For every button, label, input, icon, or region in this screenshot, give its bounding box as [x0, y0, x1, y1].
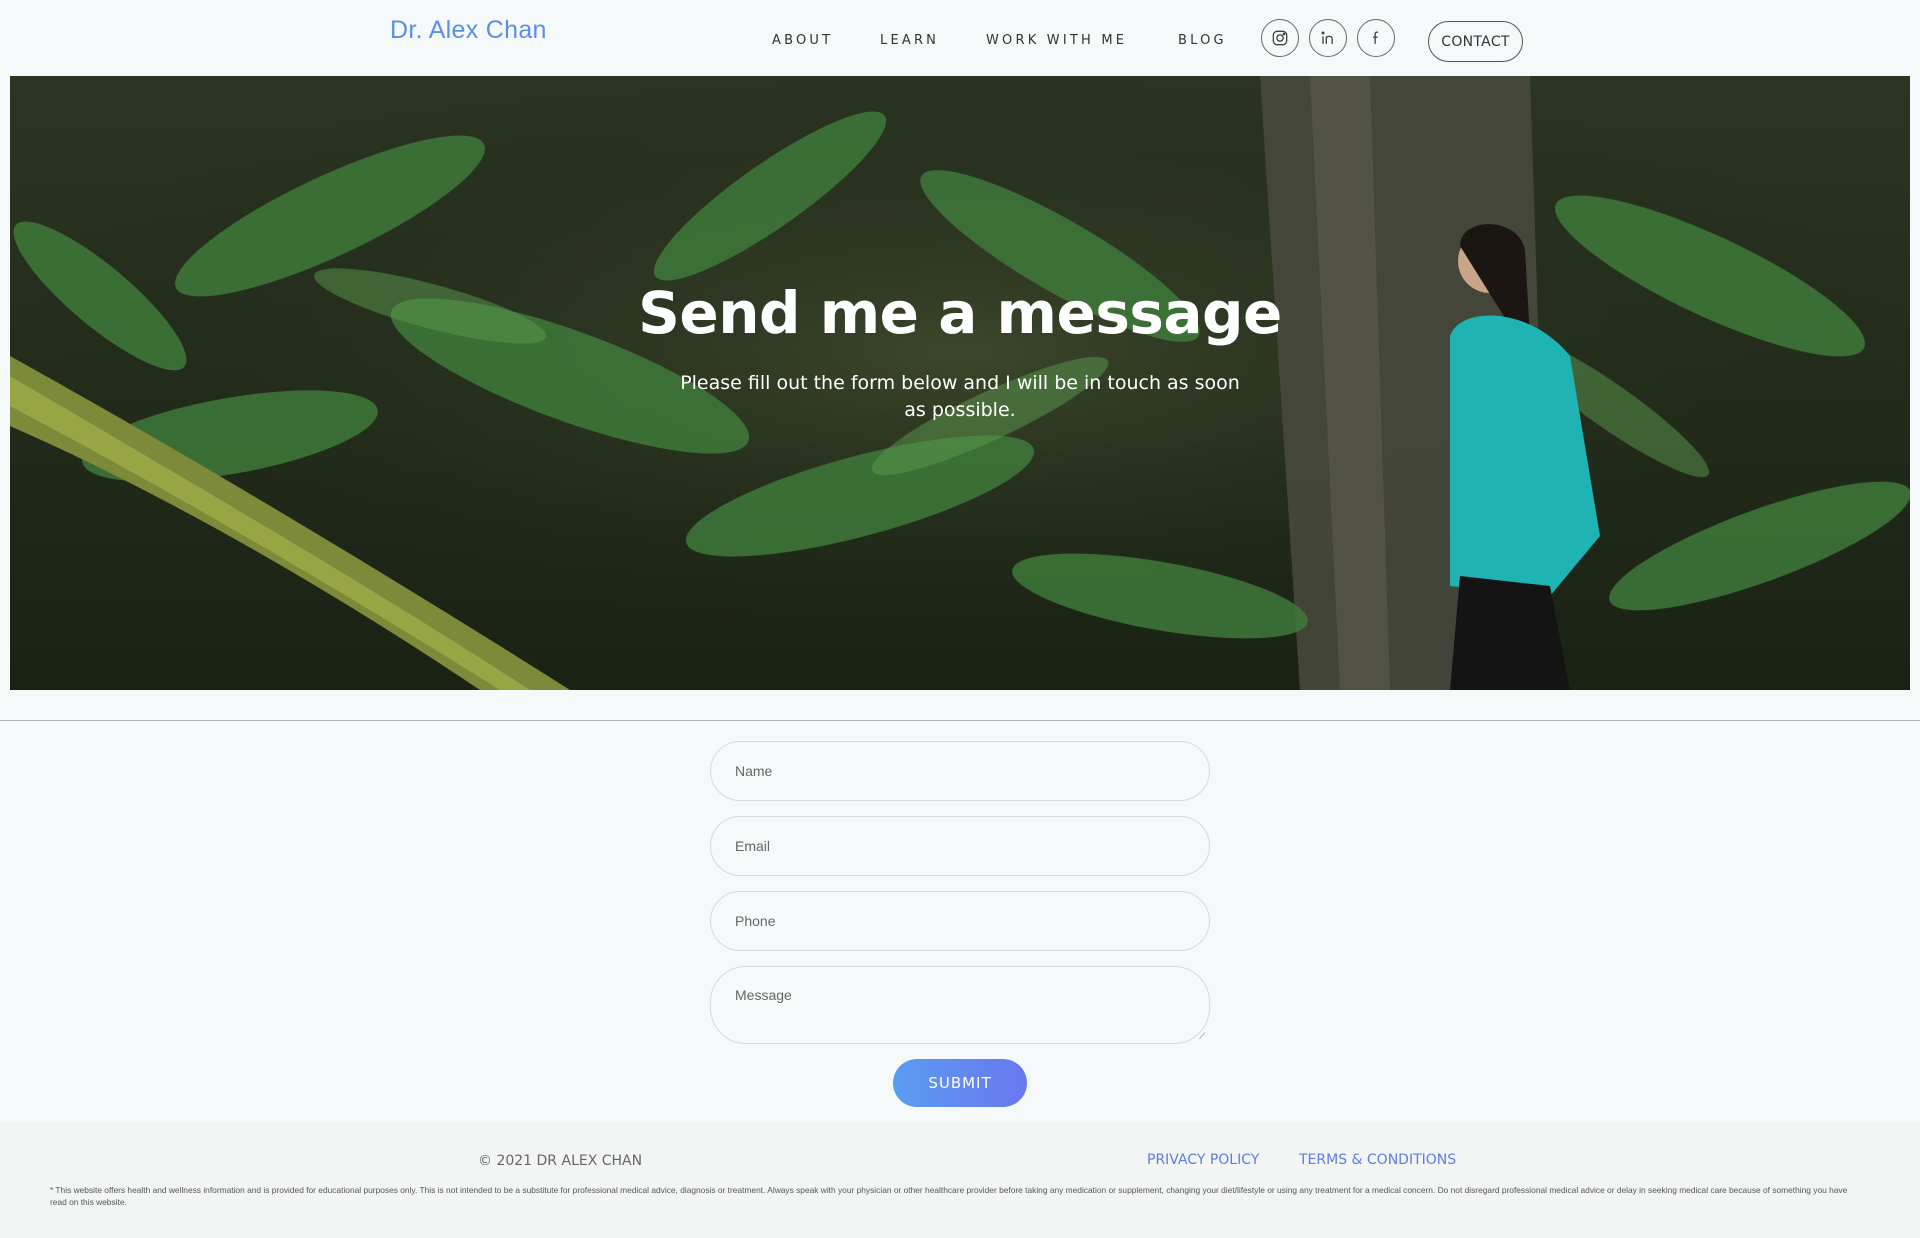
section-divider	[0, 720, 1920, 721]
nav-work-with-me[interactable]: WORK WITH ME	[986, 33, 1127, 48]
phone-field[interactable]	[710, 891, 1210, 951]
hero-title: Send me a message	[638, 279, 1282, 347]
hero-subtitle: Please fill out the form below and I wil…	[680, 372, 1240, 421]
submit-button[interactable]: SUBMIT	[893, 1059, 1027, 1107]
name-field[interactable]	[710, 741, 1210, 801]
instagram-icon[interactable]	[1261, 19, 1299, 57]
terms-conditions-link[interactable]: TERMS & CONDITIONS	[1299, 1152, 1456, 1168]
site-logo[interactable]: Dr. Alex Chan	[390, 16, 547, 45]
resize-handle-icon[interactable]: ⟋	[1199, 1031, 1209, 1041]
site-header: Dr. Alex Chan ABOUT LEARN WORK WITH ME B…	[0, 0, 1920, 76]
nav-learn[interactable]: LEARN	[880, 33, 939, 48]
privacy-policy-link[interactable]: PRIVACY POLICY	[1147, 1152, 1259, 1168]
nav-blog[interactable]: BLOG	[1178, 33, 1227, 48]
medical-disclaimer: * This website offers health and wellnes…	[50, 1185, 1848, 1207]
facebook-icon[interactable]	[1357, 19, 1395, 57]
linkedin-icon[interactable]	[1309, 19, 1347, 57]
nav-about[interactable]: ABOUT	[772, 33, 833, 48]
copyright-text: © 2021 DR ALEX CHAN	[478, 1153, 643, 1169]
message-field[interactable]	[710, 966, 1210, 1044]
site-footer: © 2021 DR ALEX CHAN PRIVACY POLICY TERMS…	[0, 1122, 1920, 1238]
email-field[interactable]	[710, 816, 1210, 876]
hero-banner: Send me a message Please fill out the fo…	[10, 76, 1910, 690]
contact-button[interactable]: CONTACT	[1428, 21, 1523, 62]
